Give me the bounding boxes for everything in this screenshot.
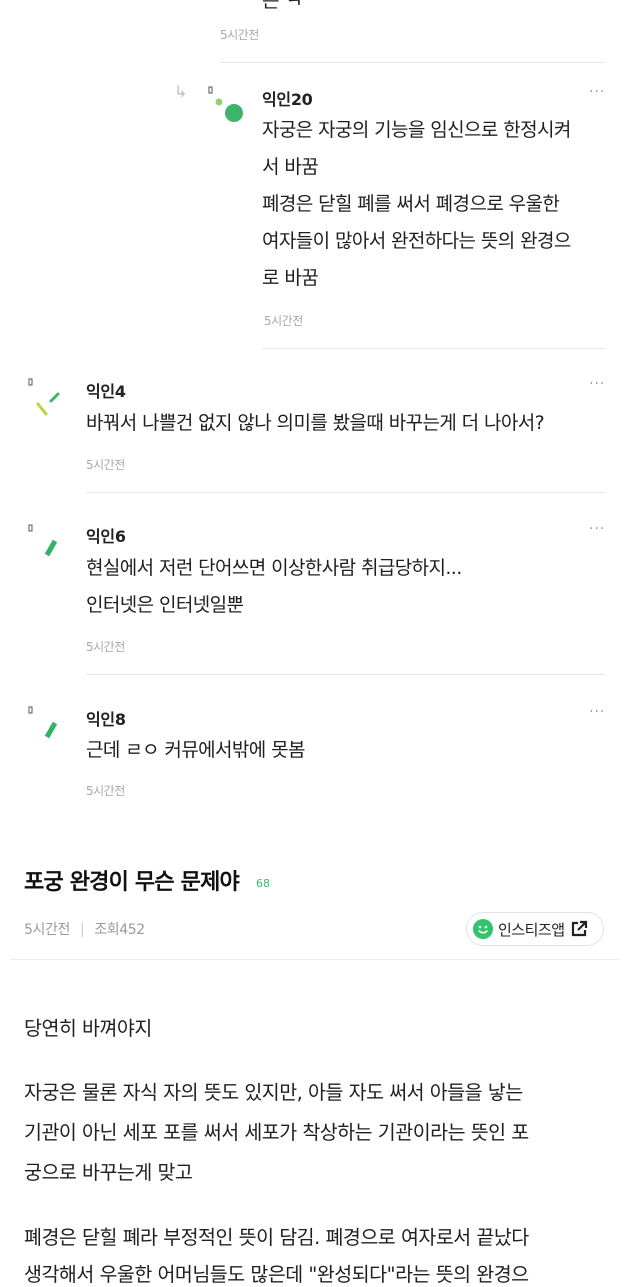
avatar (28, 524, 58, 557)
previous-comment-text: 는 ㅋ (262, 0, 303, 12)
comment-time: 5시간전 (86, 458, 125, 472)
post-body-line: 기관이 아닌 세포 포를 써서 세포가 착상하는 기관이라는 뜻인 포 (24, 1121, 529, 1144)
external-link-icon (571, 920, 587, 937)
comment-line: 근데 ㄹㅇ 커뮤에서밖에 못봄 (86, 739, 305, 761)
comment-nickname[interactable]: 익인20 (262, 86, 313, 110)
avatar (28, 706, 58, 739)
more-options-icon[interactable]: ··· (589, 84, 605, 100)
post-meta: 5시간전 | 조회452 (24, 919, 145, 939)
post-time: 5시간전 (24, 922, 70, 938)
post-title: 포궁 완경이 무슨 문제야 (24, 870, 240, 895)
divider (220, 62, 605, 63)
comment-line: 현실에서 저런 단어쓰면 이상한사람 취급당하지... (86, 557, 462, 579)
post-body-line: 당연히 바껴야지 (24, 1017, 152, 1040)
comment-nickname[interactable]: 익인8 (86, 706, 126, 730)
post-body-line: 궁으로 바꾸는게 맞고 (24, 1161, 193, 1184)
reply-arrow-icon: ↳ (174, 82, 188, 101)
divider (86, 492, 605, 493)
view-count: 조회452 (94, 922, 145, 938)
comment-body: 자궁은 자궁의 기능을 임신으로 한정시켜 서 바꿈 폐경은 닫힐 폐를 써서 … (262, 112, 571, 297)
comment-line: 여자들이 많아서 완전하다는 뜻의 완경으 (262, 230, 571, 252)
instiz-logo-icon (473, 919, 493, 939)
comment-body: 바꿔서 나쁠건 없지 않나 의미를 봤을때 바꾸는게 더 나아서? (86, 405, 545, 442)
comment-line: 로 바꿈 (262, 267, 319, 289)
comment-line: 서 바꿈 (262, 156, 319, 178)
divider (262, 348, 605, 349)
separator: | (79, 922, 85, 938)
comment-nickname[interactable]: 익인6 (86, 523, 126, 547)
more-options-icon[interactable]: ··· (589, 704, 605, 720)
comment-line: 폐경은 닫힐 폐를 써서 폐경으로 우울한 (262, 193, 560, 215)
comment-body: 현실에서 저런 단어쓰면 이상한사람 취급당하지... 인터넷은 인터넷일뿐 (86, 550, 462, 624)
comment-count: 68 (256, 877, 270, 890)
comment-body: 근데 ㄹㅇ 커뮤에서밖에 못봄 (86, 732, 305, 769)
post-body-line: 생각해서 우울한 어머님들도 많은데 "완성되다"라는 뜻의 완경으 (24, 1263, 529, 1286)
comment-line: 바꿔서 나쁠건 없지 않나 의미를 봤을때 바꾸는게 더 나아서? (86, 412, 545, 434)
app-button-label: 인스티즈앱 (498, 920, 565, 939)
comment-time: 5시간전 (220, 28, 259, 42)
post-body-line: 자궁은 물론 자식 자의 뜻도 있지만, 아들 자도 써서 아들을 낳는 (24, 1081, 523, 1104)
divider (86, 674, 605, 675)
comment-nickname[interactable]: 익인4 (86, 378, 126, 402)
post-body-line: 폐경은 닫힐 폐라 부정적인 뜻이 담김. 폐경으로 여자로서 끝났다 (24, 1226, 529, 1249)
avatar (28, 378, 60, 416)
comment-time: 5시간전 (86, 784, 125, 798)
open-in-app-button[interactable]: 인스티즈앱 (466, 912, 604, 946)
comment-time: 5시간전 (264, 314, 303, 328)
divider (10, 959, 620, 960)
comment-line: 자궁은 자궁의 기능을 임신으로 한정시켜 (262, 119, 571, 141)
comment-time: 5시간전 (86, 640, 125, 654)
more-options-icon[interactable]: ··· (589, 521, 605, 537)
avatar (208, 86, 243, 122)
comment-line: 인터넷은 인터넷일뿐 (86, 594, 244, 616)
more-options-icon[interactable]: ··· (589, 376, 605, 392)
